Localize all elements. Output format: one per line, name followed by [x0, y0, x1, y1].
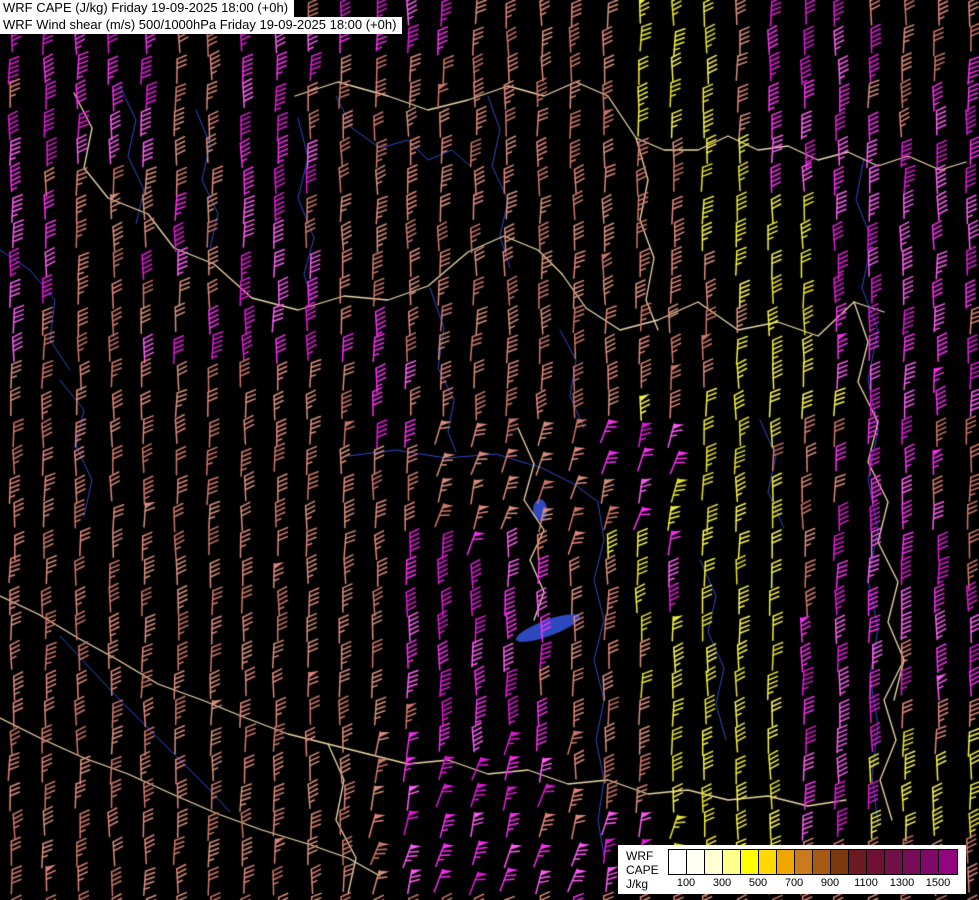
map-title-wind-shear: WRF Wind shear (m/s) 500/1000hPa Friday … [0, 17, 403, 34]
legend-color-cell [795, 850, 813, 874]
legend-color-cell [741, 850, 759, 874]
legend-unit-label: J/kg [626, 877, 649, 891]
weather-map: WRF CAPE (J/kg) Friday 19-09-2025 18:00 … [0, 0, 979, 900]
legend-color-cell [723, 850, 741, 874]
legend-color-cell [705, 850, 723, 874]
legend-color-cell [813, 850, 831, 874]
legend-color-cell [885, 850, 903, 874]
legend-tick-label: 100 [676, 877, 696, 889]
legend-color-cell [777, 850, 795, 874]
legend-tick-label: 700 [784, 877, 804, 889]
legend-color-cell [867, 850, 885, 874]
legend-tick-label: 900 [820, 877, 840, 889]
legend-labels: WRF CAPE J/kg [626, 849, 660, 891]
legend-tick-label: 300 [712, 877, 732, 889]
map-title-cape: WRF CAPE (J/kg) Friday 19-09-2025 18:00 … [0, 0, 295, 17]
legend-color-cell [939, 850, 957, 874]
legend-tick-label: 1100 [854, 877, 878, 889]
legend-color-cell [921, 850, 939, 874]
legend-color-cell [903, 850, 921, 874]
cape-legend: WRF CAPE J/kg 100 300 500 700 900 1100 1300 150… [618, 845, 966, 894]
legend-color-cell [831, 850, 849, 874]
legend-tick-label: 1300 [889, 877, 915, 889]
legend-model-label: WRF [626, 849, 654, 863]
wind-barb-field [0, 0, 979, 900]
legend-tick-label: 500 [748, 877, 768, 889]
legend-color-cell [687, 850, 705, 874]
legend-tick-label: 1500 [925, 877, 951, 889]
legend-tick-row: 100 300 500 700 900 1100 1300 1500 [668, 875, 958, 889]
legend-colorbar-area: 100 300 500 700 900 1100 1300 1500 [668, 849, 958, 891]
legend-field-label: CAPE [626, 863, 659, 877]
legend-color-cell [849, 850, 867, 874]
legend-color-cell [669, 850, 687, 874]
legend-color-cell [759, 850, 777, 874]
legend-colorbar [668, 849, 958, 875]
